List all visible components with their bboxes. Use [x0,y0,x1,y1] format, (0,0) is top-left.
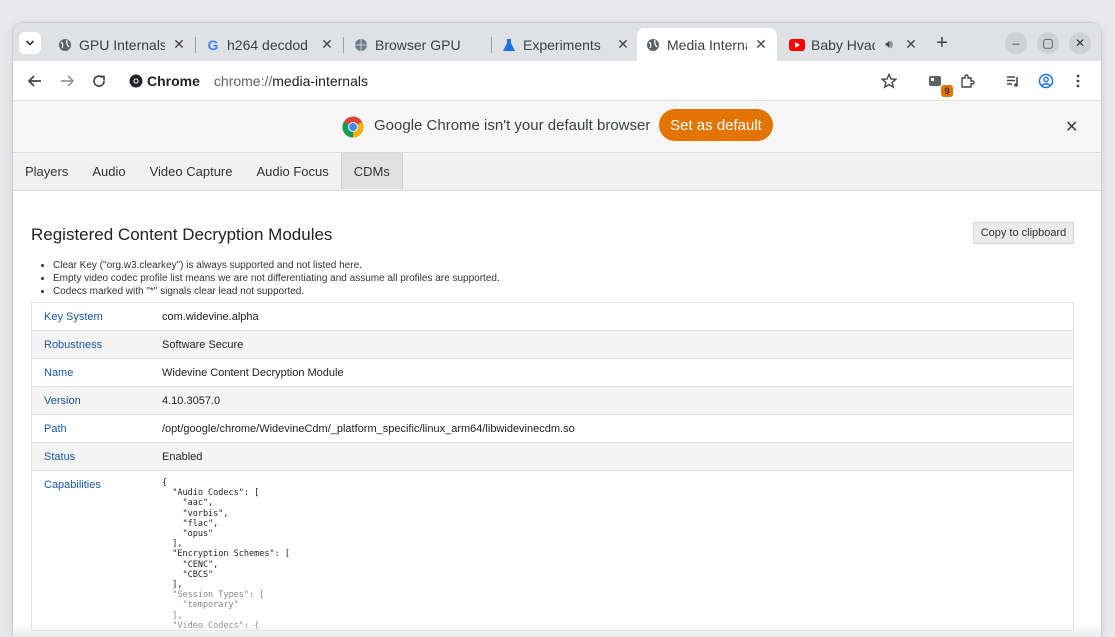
new-tab-plus-icon[interactable]: + [931,32,953,54]
tab-strip: GPU Internals ✕ G h264 decdod ✕ Browser … [13,23,1101,61]
minimize-icon[interactable]: – [1005,32,1027,54]
youtube-icon [789,37,805,53]
maximize-icon[interactable]: ▢ [1037,32,1059,54]
tab-cdms[interactable]: CDMs [340,153,403,189]
media-controls-icon[interactable] [1001,69,1025,93]
close-icon[interactable]: ✕ [753,36,769,53]
back-arrow-icon[interactable] [23,69,47,93]
tab-title: Experiments [523,36,601,53]
tab-separator [491,37,492,53]
row-value: Widevine Content Decryption Module [162,367,344,379]
default-browser-infobar: Google Chrome isn't your default browser… [13,101,1101,153]
row-key: Robustness [44,339,103,351]
table-row: Status Enabled [32,443,1073,471]
tab-players[interactable]: Players [13,153,80,189]
table-row-capabilities: Capabilities { "Audio Codecs": [ "aac", … [32,471,1073,631]
note-item: Clear Key ("org.w3.clearkey") is always … [53,259,500,272]
tab-audio[interactable]: Audio [80,153,137,189]
tab-separator [343,37,344,53]
chrome-icon [129,74,143,88]
url-text: chrome://media-internals [214,73,368,89]
tab-title: Media Interna [667,36,747,53]
tab-search-button[interactable] [19,32,41,54]
row-key: Status [44,451,76,463]
table-row: Name Widevine Content Decryption Module [32,359,1073,387]
bookmark-star-icon[interactable] [877,69,901,93]
tab-baby-hvad[interactable]: Baby Hvad 🔊︎ ✕ [781,28,927,61]
puzzle-extensions-icon[interactable] [955,69,979,93]
close-icon[interactable]: ✕ [171,36,187,53]
chrome-logo-icon [342,116,364,138]
row-value: 4.10.3057.0 [162,395,221,407]
row-value: Enabled [162,451,203,463]
row-value: com.widevine.alpha [162,311,259,323]
globe-icon [645,37,661,53]
row-key: Path [44,423,67,435]
tab-gpu-internals[interactable]: GPU Internals ✕ [49,28,195,61]
extension-badge: 9 [941,85,953,97]
infobar-message: Google Chrome isn't your default browser [374,117,651,134]
reload-icon[interactable] [87,69,111,93]
profile-avatar-icon[interactable] [1034,69,1058,93]
capabilities-json: { "Audio Codecs": [ "aac", "vorbis", "fl… [162,478,290,591]
close-icon[interactable]: ✕ [319,36,335,53]
note-item: Codecs marked with "*" signals clear lea… [53,285,500,298]
tab-title: Baby Hvad [811,36,875,53]
site-info-chip[interactable]: Chrome [123,73,200,89]
kebab-menu-icon[interactable] [1066,69,1090,93]
globe-icon [353,37,369,53]
tab-browser-gpu[interactable]: Browser GPU [345,28,491,61]
tab-experiments[interactable]: Experiments ✕ [493,28,639,61]
set-as-default-button[interactable]: Set as default [659,109,773,141]
chevron-down-icon [25,40,35,46]
tab-title: Browser GPU [375,36,461,53]
table-row: Robustness Software Secure [32,331,1073,359]
row-key: Name [44,367,74,379]
tab-separator [195,37,196,53]
tab-media-internals[interactable]: Media Interna ✕ [637,28,777,61]
media-internals-tabs: Players Audio Video Capture Audio Focus … [13,153,1101,191]
close-icon[interactable]: ✕ [903,36,919,53]
page-viewport: Players Audio Video Capture Audio Focus … [13,153,1101,637]
forward-arrow-icon[interactable] [55,69,79,93]
row-value: { "Audio Codecs": [ "aac", "vorbis", "fl… [162,471,1073,631]
address-bar[interactable]: Chrome chrome://media-internals [123,67,903,95]
site-chip-label: Chrome [147,73,200,89]
url-scheme: chrome:// [213,73,273,89]
note-item: Empty video codec profile list means we … [53,272,500,285]
tab-title: h264 decdod [227,36,308,53]
window-close-icon[interactable]: ✕ [1069,32,1091,54]
row-key: Key System [44,311,103,323]
infobar-close-icon[interactable]: ✕ [1065,117,1078,137]
google-g-icon: G [207,36,219,53]
url-host: media-internals [272,73,368,89]
row-key: Capabilities [44,479,101,491]
extension-icon[interactable]: 9 [923,69,953,97]
row-key: Version [44,395,81,407]
row-value: /opt/google/chrome/WidevineCdm/_platform… [162,423,575,435]
cdm-table: Key System com.widevine.alpha Robustness… [31,302,1074,631]
table-row: Version 4.10.3057.0 [32,387,1073,415]
browser-window: GPU Internals ✕ G h264 decdod ✕ Browser … [13,23,1101,637]
bottom-fade [13,623,1101,637]
close-icon[interactable]: ✕ [615,36,631,53]
row-value: Software Secure [162,339,244,351]
table-row: Key System com.widevine.alpha [32,303,1073,331]
tab-title: GPU Internals [79,36,165,53]
toolbar: Chrome chrome://media-internals 9 [13,61,1101,101]
tab-audio-focus[interactable]: Audio Focus [244,153,340,189]
globe-icon [57,37,73,53]
notes-list: Clear Key ("org.w3.clearkey") is always … [53,259,500,298]
speaker-icon[interactable]: 🔊︎ [881,37,897,53]
copy-to-clipboard-button[interactable]: Copy to clipboard [973,222,1074,244]
tab-h264[interactable]: G h264 decdod ✕ [197,28,343,61]
page-title: Registered Content Decryption Modules [31,225,333,244]
tab-video-capture[interactable]: Video Capture [138,153,245,189]
cdms-panel: Registered Content Decryption Modules Co… [13,191,1101,637]
flask-icon [501,37,517,53]
table-row: Path /opt/google/chrome/WidevineCdm/_pla… [32,415,1073,443]
